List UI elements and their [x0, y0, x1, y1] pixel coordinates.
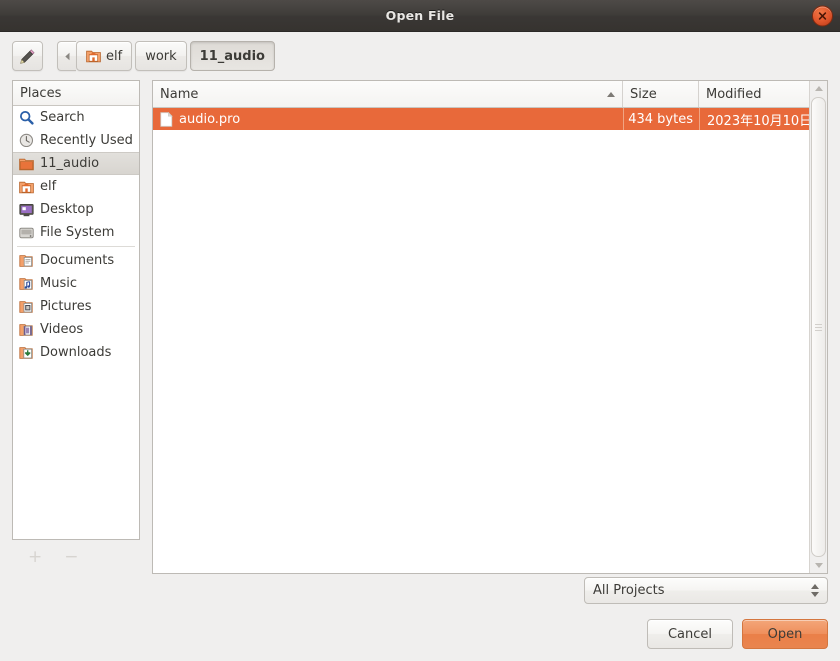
home-folder-icon — [19, 181, 34, 193]
cell-size: 434 bytes — [623, 108, 699, 130]
videos-icon — [19, 323, 33, 336]
breadcrumb-label: work — [145, 48, 177, 64]
sidebar-item-desktop[interactable]: Desktop — [13, 198, 139, 221]
column-header-label: Modified — [706, 86, 762, 102]
chevron-down-icon — [814, 563, 823, 568]
cancel-button[interactable]: Cancel — [647, 619, 733, 649]
sort-ascending-icon — [607, 91, 615, 97]
desktop-icon — [19, 203, 34, 216]
folder-icon — [19, 158, 34, 170]
sidebar-item-recently-used[interactable]: Recently Used — [13, 129, 139, 152]
sidebar-item-label: Documents — [40, 253, 115, 268]
vertical-scrollbar[interactable] — [809, 81, 827, 573]
sidebar-item-label: Downloads — [40, 345, 112, 360]
drive-icon — [19, 227, 34, 238]
navigate-back-button[interactable] — [57, 41, 76, 71]
music-icon — [19, 277, 33, 290]
file-list-header: Name Size Modified — [153, 81, 809, 108]
documents-icon — [19, 254, 33, 267]
path-toolbar: elf work 11_audio — [0, 32, 840, 80]
type-filename-button[interactable] — [12, 41, 43, 71]
column-header-label: Size — [630, 86, 657, 102]
sidebar-item-label: Videos — [40, 322, 84, 337]
sidebar-item-label: Pictures — [40, 299, 92, 314]
file-filter-value: All Projects — [593, 583, 665, 598]
sidebar-item-label: Search — [40, 110, 85, 125]
sidebar-item-documents[interactable]: Documents — [13, 249, 139, 272]
sidebar-item-label: elf — [40, 179, 57, 194]
action-buttons: Cancel Open — [12, 604, 828, 661]
remove-place-button[interactable]: − — [64, 548, 78, 566]
window-title: Open File — [385, 8, 455, 23]
scrollbar-grip-icon — [815, 322, 822, 333]
sidebar-item-label: Recently Used — [40, 133, 133, 148]
clock-icon — [19, 133, 34, 148]
sidebar-item-videos[interactable]: Videos — [13, 318, 139, 341]
pencil-icon — [20, 48, 35, 64]
chevron-up-icon — [814, 86, 823, 91]
add-place-button[interactable]: + — [28, 548, 42, 566]
column-header-name[interactable]: Name — [153, 81, 623, 107]
sidebar-item-label: Music — [40, 276, 77, 291]
places-edit-controls: + − — [12, 540, 140, 574]
downloads-icon — [19, 346, 33, 359]
breadcrumb-label: elf — [106, 48, 123, 64]
places-header: Places — [13, 81, 139, 106]
filter-row: All Projects — [12, 574, 828, 604]
sidebar-divider — [17, 246, 135, 247]
breadcrumb-elf[interactable]: elf — [76, 41, 133, 71]
sidebar-item-file-system[interactable]: File System — [13, 221, 139, 244]
sidebar-item-label: Desktop — [40, 202, 94, 217]
home-folder-icon — [86, 50, 101, 63]
sidebar-item-11-audio[interactable]: 11_audio — [13, 152, 139, 175]
close-button[interactable] — [812, 5, 833, 26]
places-panel: Places Search Recently Used 11_audio elf… — [12, 80, 140, 540]
chevron-left-icon — [64, 52, 69, 60]
breadcrumb-11-audio[interactable]: 11_audio — [189, 41, 275, 71]
breadcrumb-work[interactable]: work — [135, 41, 187, 71]
open-file-dialog: Open File elf work 11_audio Places Searc… — [0, 0, 840, 661]
sidebar-item-search[interactable]: Search — [13, 106, 139, 129]
sidebar-item-pictures[interactable]: Pictures — [13, 295, 139, 318]
breadcrumb-label: 11_audio — [199, 48, 265, 64]
cell-name: audio.pro — [153, 108, 623, 130]
cell-modified: 2023年10月10日 — [699, 108, 809, 130]
search-icon — [19, 110, 34, 125]
dialog-footer: All Projects Cancel Open — [0, 574, 840, 661]
open-button[interactable]: Open — [742, 619, 828, 649]
close-icon — [818, 11, 827, 20]
sidebar-item-downloads[interactable]: Downloads — [13, 341, 139, 364]
places-column: Places Search Recently Used 11_audio elf… — [12, 80, 140, 574]
sidebar-item-music[interactable]: Music — [13, 272, 139, 295]
title-bar: Open File — [0, 0, 840, 32]
column-header-label: Name — [160, 86, 199, 102]
file-list-rows: audio.pro 434 bytes 2023年10月10日 — [153, 108, 809, 573]
dialog-body: Places Search Recently Used 11_audio elf… — [0, 80, 840, 574]
sidebar-item-label: File System — [40, 225, 115, 240]
sidebar-item-label: 11_audio — [40, 156, 100, 171]
file-list-column: Name Size Modified audio.pro 434 bytes 2… — [152, 80, 828, 574]
scroll-down-button[interactable] — [810, 558, 827, 573]
scrollbar-thumb[interactable] — [811, 97, 826, 557]
scroll-up-button[interactable] — [810, 81, 827, 96]
file-list-panel: Name Size Modified audio.pro 434 bytes 2… — [152, 80, 828, 574]
table-row[interactable]: audio.pro 434 bytes 2023年10月10日 — [153, 108, 809, 130]
sidebar-item-elf[interactable]: elf — [13, 175, 139, 198]
spinner-arrows-icon — [811, 584, 819, 597]
file-icon — [160, 111, 173, 127]
file-filter-dropdown[interactable]: All Projects — [584, 577, 828, 604]
column-header-size[interactable]: Size — [623, 81, 699, 107]
file-name-label: audio.pro — [179, 111, 241, 127]
column-header-modified[interactable]: Modified — [699, 81, 809, 107]
pictures-icon — [19, 300, 33, 313]
file-list-main: Name Size Modified audio.pro 434 bytes 2… — [153, 81, 809, 573]
